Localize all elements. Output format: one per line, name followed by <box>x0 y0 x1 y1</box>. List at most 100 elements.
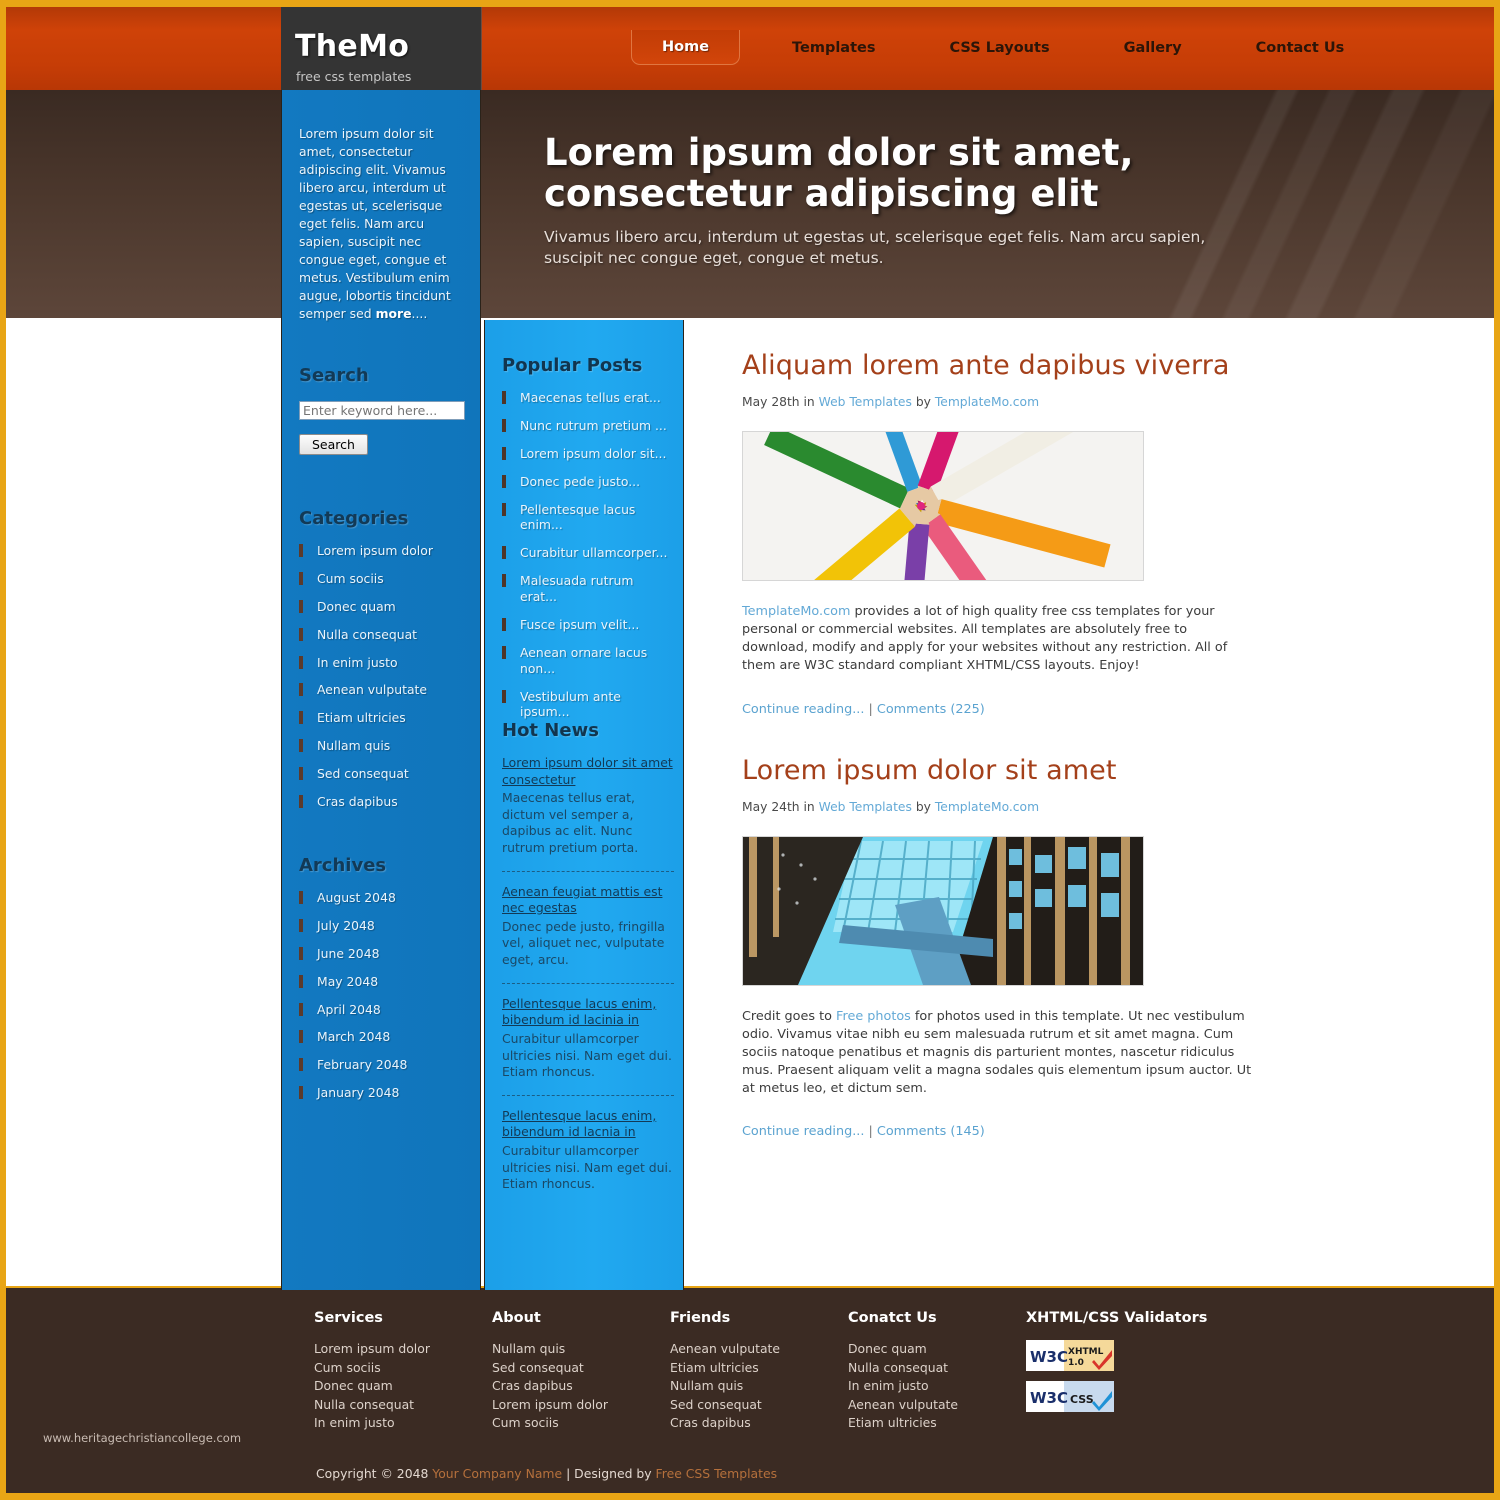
hot-news-body: Curabitur ullamcorper ultricies nisi. Na… <box>502 1142 672 1192</box>
list-item[interactable]: Sed consequat <box>492 1359 670 1378</box>
list-item[interactable]: In enim justo <box>314 1414 492 1433</box>
nav-item-home[interactable]: Home <box>631 30 741 65</box>
list-item[interactable]: April 2048 <box>299 1002 471 1018</box>
list-item[interactable]: In enim justo <box>848 1377 1026 1396</box>
list-item[interactable]: February 2048 <box>299 1057 471 1073</box>
logo-box[interactable]: TheMo free css templates <box>281 7 482 97</box>
article-author-link[interactable]: TemplateMo.com <box>935 395 1039 409</box>
list-item[interactable]: Etiam ultricies <box>299 710 471 726</box>
list-item[interactable]: Cum sociis <box>314 1359 492 1378</box>
banner-subtext: Vivamus libero arcu, interdum ut egestas… <box>544 227 1206 267</box>
list-item[interactable]: June 2048 <box>299 946 471 962</box>
footer-column-contact-us: Conatct Us Donec quam Nulla consequat In… <box>848 1310 1026 1433</box>
list-item[interactable]: August 2048 <box>299 890 471 906</box>
svg-text:XHTML: XHTML <box>1068 1347 1104 1357</box>
hot-news-title-link[interactable]: Pellentesque lacus enim, bibendum id lac… <box>502 1108 674 1141</box>
list-item[interactable]: Donec quam <box>314 1377 492 1396</box>
list-item[interactable]: January 2048 <box>299 1085 471 1101</box>
list-item[interactable]: March 2048 <box>299 1029 471 1045</box>
list-item[interactable]: Nullam quis <box>492 1340 670 1359</box>
list-item[interactable]: Aenean vulputate <box>299 682 471 698</box>
list-item[interactable]: Etiam ultricies <box>670 1359 848 1378</box>
comments-link[interactable]: Comments (145) <box>877 1124 985 1139</box>
css-validator-badge-icon[interactable]: W3C CSS <box>1026 1381 1114 1412</box>
svg-text:W3C: W3C <box>1030 1348 1068 1366</box>
svg-text:1.0: 1.0 <box>1068 1358 1084 1368</box>
list-item[interactable]: Nulla consequat <box>314 1396 492 1415</box>
list-item[interactable]: In enim justo <box>299 655 471 671</box>
list-item[interactable]: Cras dapibus <box>492 1377 670 1396</box>
popular-posts-list: Maecenas tellus erat... Nunc rutrum pret… <box>502 390 674 720</box>
list-item[interactable]: Etiam ultricies <box>848 1414 1026 1433</box>
list-item[interactable]: Donec pede justo... <box>502 474 674 490</box>
search-input[interactable] <box>299 401 465 420</box>
article-category-link[interactable]: Web Templates <box>819 395 912 409</box>
list-item[interactable]: Nulla consequat <box>299 627 471 643</box>
list-item[interactable]: Sed consequat <box>670 1396 848 1415</box>
list-item[interactable]: Sed consequat <box>299 766 471 782</box>
article-body-link[interactable]: TemplateMo.com <box>742 604 850 619</box>
footer-link-list: Lorem ipsum dolor Cum sociis Donec quam … <box>314 1340 492 1433</box>
article-body-prefix: Credit goes to <box>742 1008 837 1024</box>
article-author-link[interactable]: TemplateMo.com <box>935 800 1039 814</box>
search-button[interactable]: Search <box>299 434 368 455</box>
continue-reading-link[interactable]: Continue reading... <box>742 1124 864 1139</box>
article-category-link[interactable]: Web Templates <box>819 800 912 814</box>
list-item[interactable]: Fusce ipsum velit... <box>502 617 674 633</box>
article-body-link[interactable]: Free photos <box>836 1009 911 1024</box>
article-meta-in: in <box>803 799 815 814</box>
left-sidebar: Lorem ipsum dolor sit amet, consectetur … <box>281 90 481 1290</box>
hot-news-block: Hot News Lorem ipsum dolor sit amet cons… <box>502 720 674 1207</box>
list-item[interactable]: Vestibulum ante ipsum... <box>502 689 674 721</box>
list-item[interactable]: Lorem ipsum dolor <box>299 543 471 559</box>
company-name-link[interactable]: Your Company Name <box>432 1466 562 1481</box>
bottom-gold-border <box>6 1493 1494 1500</box>
list-item[interactable]: May 2048 <box>299 974 471 990</box>
list-item[interactable]: Lorem ipsum dolor sit... <box>502 446 674 462</box>
footer-heading: XHTML/CSS Validators <box>1026 1310 1208 1326</box>
designer-link[interactable]: Free CSS Templates <box>656 1466 778 1481</box>
list-item[interactable]: Aenean ornare lacus non... <box>502 645 674 677</box>
list-item[interactable]: Cum sociis <box>492 1414 670 1433</box>
colored-pencils-photo <box>742 431 1144 581</box>
list-item[interactable]: Cras dapibus <box>670 1414 848 1433</box>
hot-news-title-link[interactable]: Lorem ipsum dolor sit amet consectetur <box>502 755 674 788</box>
list-item[interactable]: Lorem ipsum dolor <box>314 1340 492 1359</box>
sidebar-intro-text: Lorem ipsum dolor sit amet, consectetur … <box>299 125 467 323</box>
site-title: TheMo <box>295 29 410 64</box>
comments-link[interactable]: Comments (225) <box>877 702 985 717</box>
list-item[interactable]: Donec quam <box>299 599 471 615</box>
list-item[interactable]: Cum sociis <box>299 571 471 587</box>
list-item[interactable]: Cras dapibus <box>299 794 471 810</box>
article-title[interactable]: Aliquam lorem ante dapibus viverra <box>742 350 1436 381</box>
list-item[interactable]: Lorem ipsum dolor <box>492 1396 670 1415</box>
article-title[interactable]: Lorem ipsum dolor sit amet <box>742 755 1436 786</box>
list-item[interactable]: Curabitur ullamcorper... <box>502 545 674 561</box>
list-item[interactable]: Donec quam <box>848 1340 1026 1359</box>
hot-news-title-link[interactable]: Pellentesque lacus enim, bibendum id lac… <box>502 996 674 1029</box>
nav-item-css-layouts[interactable]: CSS Layouts <box>928 31 1072 65</box>
list-item[interactable]: Nulla consequat <box>848 1359 1026 1378</box>
list-item[interactable]: Nullam quis <box>299 738 471 754</box>
hot-news-title-link[interactable]: Aenean feugiat mattis est nec egestas <box>502 884 674 917</box>
footer-heading: Friends <box>670 1310 731 1326</box>
middle-sidebar: Popular Posts Maecenas tellus erat... Nu… <box>484 320 684 1290</box>
article-date: May 24th <box>742 799 800 814</box>
xhtml-validator-badge-icon[interactable]: W3C XHTML 1.0 <box>1026 1340 1114 1371</box>
sidebar-intro-more-link[interactable]: more <box>376 306 412 321</box>
nav-item-templates[interactable]: Templates <box>770 31 897 65</box>
list-item[interactable]: Nullam quis <box>670 1377 848 1396</box>
continue-reading-link[interactable]: Continue reading... <box>742 702 864 717</box>
footer-column-about: About Nullam quis Sed consequat Cras dap… <box>492 1310 670 1433</box>
nav-item-gallery[interactable]: Gallery <box>1102 31 1204 65</box>
list-item[interactable]: Maecenas tellus erat... <box>502 390 674 406</box>
list-item[interactable]: Pellentesque lacus enim... <box>502 502 674 534</box>
list-item[interactable]: Aenean vulputate <box>848 1396 1026 1415</box>
copyright-prefix: Copyright © 2048 <box>316 1466 433 1481</box>
list-item[interactable]: Malesuada rutrum erat... <box>502 573 674 605</box>
nav-item-contact-us[interactable]: Contact Us <box>1234 31 1367 65</box>
list-item[interactable]: Aenean vulputate <box>670 1340 848 1359</box>
list-item[interactable]: July 2048 <box>299 918 471 934</box>
banner-heading: Lorem ipsum dolor sit amet, consectetur … <box>544 131 1134 216</box>
list-item[interactable]: Nunc rutrum pretium ... <box>502 418 674 434</box>
